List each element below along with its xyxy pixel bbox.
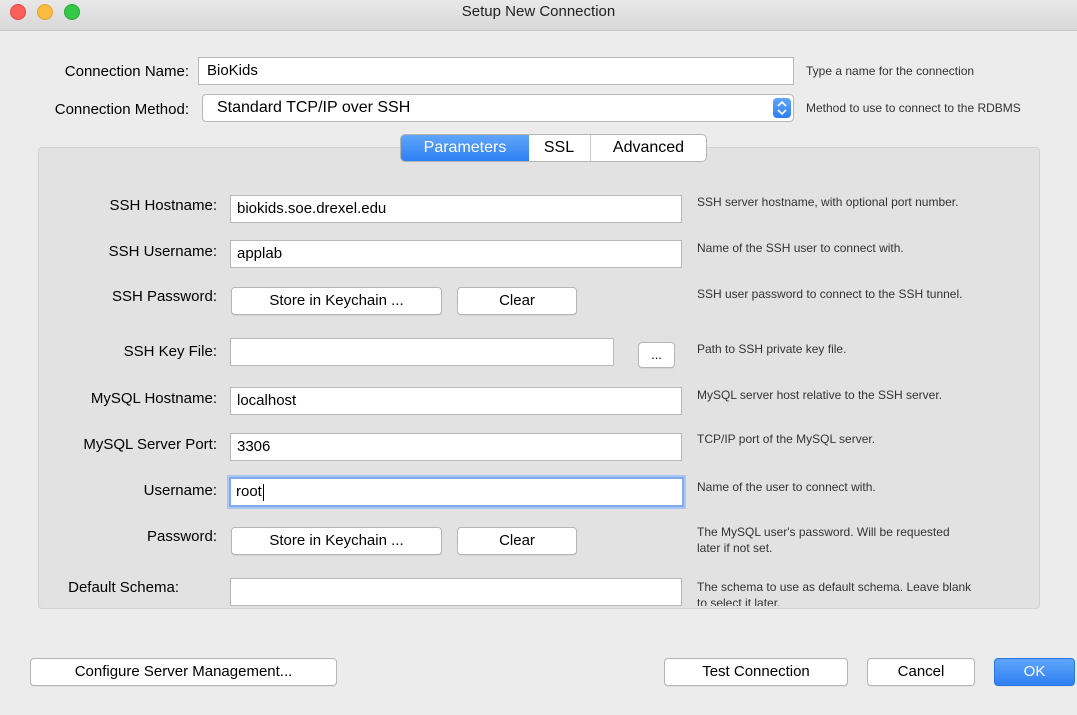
connection-method-hint: Method to use to connect to the RDBMS [806, 101, 1021, 115]
mysql-hostname-field[interactable]: localhost [230, 387, 682, 415]
tab-bar: Parameters SSL Advanced [400, 134, 707, 162]
mysql-port-label: MySQL Server Port: [83, 436, 217, 453]
ssh-keyfile-field[interactable] [230, 338, 614, 366]
connection-method-value: Standard TCP/IP over SSH [217, 99, 411, 116]
ssh-password-hint: SSH user password to connect to the SSH … [697, 287, 963, 301]
schema-hint-line2: to select it later. [697, 596, 781, 606]
ssh-username-field[interactable]: applab [230, 240, 682, 268]
mysql-port-field[interactable]: 3306 [230, 433, 682, 461]
title-bar: Setup New Connection [0, 0, 1077, 31]
password-hint-line1: The MySQL user's password. Will be reque… [697, 525, 950, 539]
ok-button[interactable]: OK [994, 658, 1075, 686]
mysql-hostname-label: MySQL Hostname: [90, 390, 217, 407]
password-clear-button[interactable]: Clear [457, 527, 577, 555]
password-hint-line2: later if not set. [697, 541, 773, 555]
username-value: root [236, 483, 262, 500]
ssh-username-hint: Name of the SSH user to connect with. [697, 241, 904, 255]
connection-name-hint: Type a name for the connection [806, 64, 975, 78]
username-label: Username: [143, 482, 217, 499]
schema-label: Default Schema: [68, 579, 179, 596]
username-field[interactable]: root [229, 477, 684, 507]
tab-parameters[interactable]: Parameters [401, 135, 529, 161]
select-arrows-icon [773, 98, 791, 118]
password-store-button[interactable]: Store in Keychain ... [231, 527, 442, 555]
ssh-keyfile-label: SSH Key File: [123, 343, 217, 360]
ssh-username-label: SSH Username: [108, 243, 217, 260]
tab-advanced[interactable]: Advanced [591, 135, 706, 161]
connection-method-label: Connection Method: [54, 101, 189, 118]
test-connection-button[interactable]: Test Connection [664, 658, 848, 686]
cancel-button[interactable]: Cancel [867, 658, 975, 686]
ssh-keyfile-browse-button[interactable]: ... [638, 342, 675, 368]
ssh-password-label: SSH Password: [111, 288, 217, 305]
mysql-port-hint: TCP/IP port of the MySQL server. [697, 432, 876, 446]
schema-row-clip: Default Schema: The schema to use as def… [38, 560, 1038, 606]
ssh-password-store-button[interactable]: Store in Keychain ... [231, 287, 442, 315]
configure-server-management-button[interactable]: Configure Server Management... [30, 658, 337, 686]
connection-name-field[interactable]: BioKids [198, 57, 794, 85]
ssh-hostname-field[interactable]: biokids.soe.drexel.edu [230, 195, 682, 223]
password-label: Password: [146, 528, 217, 545]
ssh-password-clear-button[interactable]: Clear [457, 287, 577, 315]
username-hint: Name of the user to connect with. [697, 480, 876, 494]
ssh-hostname-hint: SSH server hostname, with optional port … [697, 195, 959, 209]
connection-method-select[interactable]: Standard TCP/IP over SSH [202, 94, 794, 122]
connection-name-label: Connection Name: [64, 63, 189, 80]
ssh-keyfile-hint: Path to SSH private key file. [697, 342, 847, 356]
schema-field[interactable] [230, 578, 682, 606]
schema-hint-line1: The schema to use as default schema. Lea… [697, 580, 972, 594]
text-cursor [262, 483, 264, 501]
mysql-hostname-hint: MySQL server host relative to the SSH se… [697, 388, 942, 402]
window-title: Setup New Connection [461, 3, 616, 20]
ssh-hostname-label: SSH Hostname: [109, 197, 217, 214]
tab-ssl[interactable]: SSL [529, 135, 589, 161]
